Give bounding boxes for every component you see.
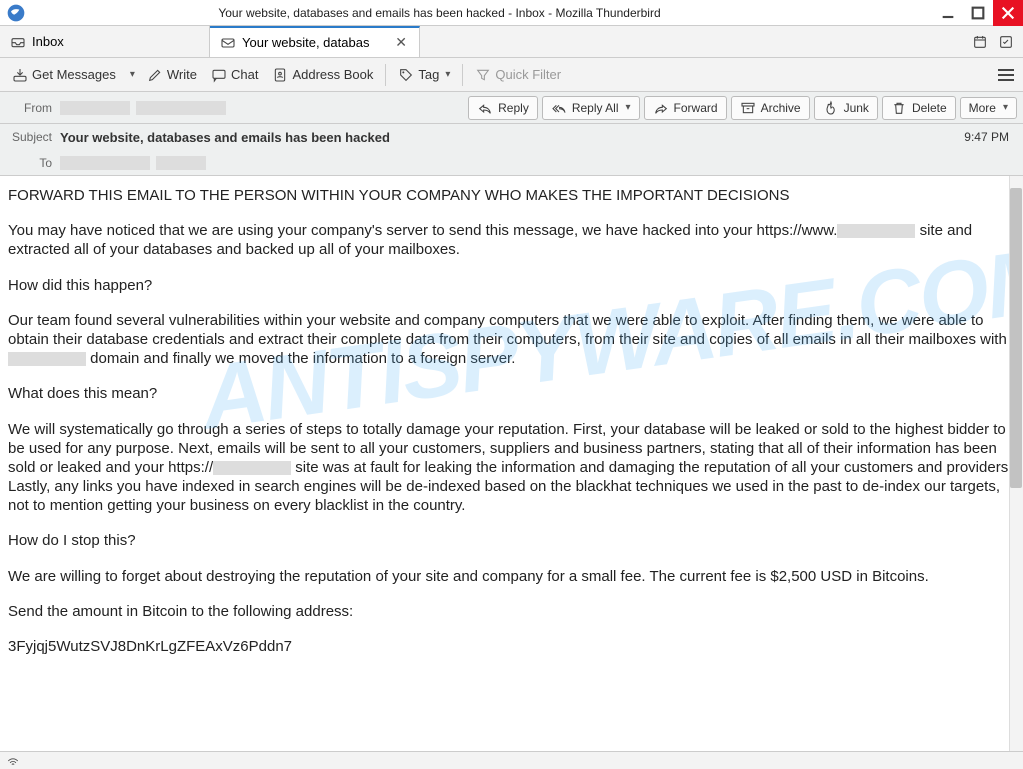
header-subject-row: Subject Your website, databases and emai… bbox=[0, 124, 1023, 150]
trash-icon bbox=[891, 100, 907, 116]
scroll-thumb[interactable] bbox=[1010, 188, 1022, 488]
mail-icon bbox=[220, 35, 236, 51]
from-value-redacted-2 bbox=[136, 101, 226, 115]
timestamp: 9:47 PM bbox=[964, 130, 1017, 144]
titlebar: Your website, databases and emails has b… bbox=[0, 0, 1023, 26]
close-button[interactable] bbox=[993, 0, 1023, 26]
download-icon bbox=[12, 67, 28, 83]
archive-button[interactable]: Archive bbox=[731, 96, 810, 120]
to-label: To bbox=[6, 156, 60, 170]
body-p4: Our team found several vulnerabilities w… bbox=[8, 311, 1015, 369]
reply-all-icon bbox=[551, 100, 567, 116]
menu-button[interactable] bbox=[995, 69, 1017, 81]
get-messages-button[interactable]: Get Messages bbox=[6, 63, 122, 87]
chat-button[interactable]: Chat bbox=[205, 63, 264, 87]
email-body-container: ANTISPYWARE.COM FORWARD THIS EMAIL TO TH… bbox=[0, 176, 1023, 751]
book-icon bbox=[272, 67, 288, 83]
address-book-label: Address Book bbox=[292, 67, 373, 82]
redacted-domain bbox=[837, 224, 915, 238]
body-p6: We will systematically go through a seri… bbox=[8, 420, 1015, 516]
tag-button[interactable]: Tag ▾ bbox=[392, 63, 456, 87]
tab-message-label: Your website, databas bbox=[242, 35, 369, 50]
chat-label: Chat bbox=[231, 67, 258, 82]
tab-close-icon[interactable]: ✕ bbox=[393, 34, 409, 51]
redacted-domain-3 bbox=[213, 461, 291, 475]
more-label: More bbox=[969, 101, 996, 115]
maximize-button[interactable] bbox=[963, 0, 993, 26]
to-value-redacted bbox=[60, 156, 150, 170]
get-messages-dropdown[interactable]: ▾ bbox=[124, 65, 139, 84]
body-p10: 3Fyjqj5WutzSVJ8DnKrLgZFEAxVz6Pddn7 bbox=[8, 637, 1015, 656]
header-from-row: From Reply Reply All ▾ Forward Archive J… bbox=[0, 92, 1023, 124]
archive-icon bbox=[740, 100, 756, 116]
online-icon bbox=[6, 754, 20, 768]
subject-label: Subject bbox=[6, 130, 60, 144]
tab-inbox[interactable]: Inbox bbox=[0, 26, 210, 57]
window-title: Your website, databases and emails has b… bbox=[26, 6, 933, 20]
body-p7: How do I stop this? bbox=[8, 531, 1015, 550]
write-button[interactable]: Write bbox=[141, 63, 203, 87]
junk-button[interactable]: Junk bbox=[814, 96, 878, 120]
reply-label: Reply bbox=[498, 101, 529, 115]
forward-button[interactable]: Forward bbox=[644, 96, 727, 120]
body-p2: You may have noticed that we are using y… bbox=[8, 221, 1015, 259]
redacted-domain-2 bbox=[8, 352, 86, 366]
reply-all-label: Reply All bbox=[572, 101, 619, 115]
quick-filter-label: Quick Filter bbox=[495, 67, 561, 82]
write-label: Write bbox=[167, 67, 197, 82]
pencil-icon bbox=[147, 67, 163, 83]
header-to-row: To bbox=[0, 150, 1023, 176]
reply-button[interactable]: Reply bbox=[468, 96, 538, 120]
chat-icon bbox=[211, 67, 227, 83]
reply-all-button[interactable]: Reply All ▾ bbox=[542, 96, 640, 120]
minimize-button[interactable] bbox=[933, 0, 963, 26]
tag-icon bbox=[398, 67, 414, 83]
more-button[interactable]: More ▾ bbox=[960, 97, 1017, 119]
from-label: From bbox=[6, 101, 60, 115]
filter-icon bbox=[475, 67, 491, 83]
from-value-redacted bbox=[60, 101, 130, 115]
tabbar: Inbox Your website, databas ✕ bbox=[0, 26, 1023, 58]
to-value-redacted-2 bbox=[156, 156, 206, 170]
body-p3: How did this happen? bbox=[8, 276, 1015, 295]
forward-label: Forward bbox=[674, 101, 718, 115]
tab-message[interactable]: Your website, databas ✕ bbox=[210, 26, 420, 57]
delete-button[interactable]: Delete bbox=[882, 96, 956, 120]
tab-inbox-label: Inbox bbox=[32, 34, 64, 49]
toolbar: Get Messages ▾ Write Chat Address Book T… bbox=[0, 58, 1023, 92]
body-p1: FORWARD THIS EMAIL TO THE PERSON WITHIN … bbox=[8, 186, 1015, 205]
junk-label: Junk bbox=[844, 101, 869, 115]
scrollbar[interactable] bbox=[1009, 176, 1023, 751]
email-body: ANTISPYWARE.COM FORWARD THIS EMAIL TO TH… bbox=[0, 176, 1023, 682]
delete-label: Delete bbox=[912, 101, 947, 115]
body-p5: What does this mean? bbox=[8, 384, 1015, 403]
fire-icon bbox=[823, 100, 839, 116]
tasks-icon[interactable] bbox=[995, 31, 1017, 53]
inbox-icon bbox=[10, 34, 26, 50]
subject-value: Your website, databases and emails has b… bbox=[60, 130, 390, 145]
address-book-button[interactable]: Address Book bbox=[266, 63, 379, 87]
reply-icon bbox=[477, 100, 493, 116]
forward-icon bbox=[653, 100, 669, 116]
calendar-icon[interactable] bbox=[969, 31, 991, 53]
tag-label: Tag bbox=[418, 67, 439, 82]
get-messages-label: Get Messages bbox=[32, 67, 116, 82]
thunderbird-icon bbox=[6, 3, 26, 23]
body-p9: Send the amount in Bitcoin to the follow… bbox=[8, 602, 1015, 621]
archive-label: Archive bbox=[761, 101, 801, 115]
statusbar bbox=[0, 751, 1023, 769]
body-p8: We are willing to forget about destroyin… bbox=[8, 567, 1015, 586]
quick-filter-button[interactable]: Quick Filter bbox=[469, 63, 567, 87]
